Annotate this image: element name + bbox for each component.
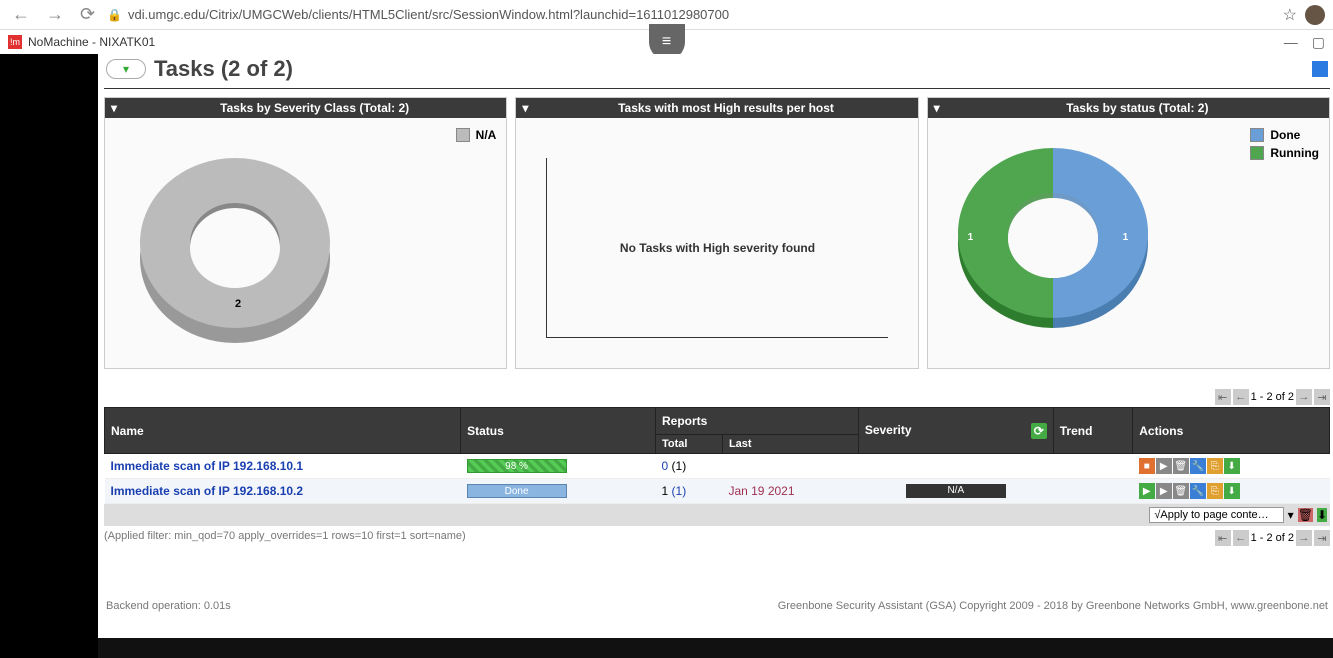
page-next-button[interactable]: →: [1296, 389, 1312, 405]
nomachine-title: NoMachine - NIXATK01: [28, 35, 155, 49]
panel-high-title: Tasks with most High results per host: [534, 101, 917, 115]
page-prev-button[interactable]: ←: [1233, 389, 1249, 405]
row-actions: ■ ▶ 🗑 🔧 ⎘ ⬇: [1139, 458, 1324, 474]
reports-total[interactable]: 0: [662, 459, 669, 473]
resume-button[interactable]: ▶: [1156, 483, 1172, 499]
last-report[interactable]: Jan 19 2021: [728, 484, 794, 498]
address-bar[interactable]: 🔒 vdi.umgc.edu/Citrix/UMGCWeb/clients/HT…: [107, 7, 1275, 22]
status-donut-chart: [948, 138, 1158, 348]
legend-done-label: Done: [1270, 128, 1300, 142]
panel-menu-icon[interactable]: ▾: [516, 101, 534, 115]
tasks-table: Name Status Reports Severity⟳ Trend Acti…: [104, 407, 1330, 504]
trash-button[interactable]: 🗑: [1173, 458, 1189, 474]
table-row: Immediate scan of IP 192.168.10.2 Done 1…: [105, 479, 1330, 504]
pager-top: ⇤ ← 1 - 2 of 2 → ⇥: [104, 389, 1330, 405]
status-done-count: 1: [1123, 232, 1129, 243]
panel-status: ▾Tasks by status (Total: 2) Done Running: [927, 97, 1330, 369]
maximize-button[interactable]: ▢: [1312, 34, 1325, 51]
trend-cell: [1053, 454, 1132, 479]
clone-button[interactable]: ⎘: [1207, 483, 1223, 499]
nomachine-titlebar: !m NoMachine - NIXATK01 ≡ — ▢: [0, 30, 1333, 54]
page-last-button[interactable]: ⇥: [1314, 389, 1330, 405]
page-last-button[interactable]: ⇥: [1314, 530, 1330, 546]
page-first-button[interactable]: ⇤: [1215, 389, 1231, 405]
nomachine-icon: !m: [8, 35, 22, 49]
bulk-action-select[interactable]: √Apply to page conte…: [1149, 507, 1283, 523]
status-done-bar: Done: [467, 484, 567, 498]
panel-status-title: Tasks by status (Total: 2): [946, 101, 1329, 115]
bulk-select-caret-icon[interactable]: ▾: [1288, 508, 1294, 522]
table-row: Immediate scan of IP 192.168.10.1 98 % 0…: [105, 454, 1330, 479]
forward-button[interactable]: →: [42, 4, 68, 25]
legend-na-label: N/A: [476, 128, 497, 142]
refresh-icon[interactable]: ⟳: [1031, 423, 1047, 439]
legend-swatch-na: [456, 128, 470, 142]
edit-button[interactable]: 🔧: [1190, 458, 1206, 474]
export-button[interactable]: ⬇: [1224, 483, 1240, 499]
col-severity[interactable]: Severity⟳: [858, 408, 1053, 454]
severity-badge: N/A: [906, 484, 1006, 498]
col-name[interactable]: Name: [105, 408, 461, 454]
high-empty-message: No Tasks with High severity found: [546, 158, 887, 338]
col-actions: Actions: [1133, 408, 1330, 454]
page-next-button[interactable]: →: [1296, 530, 1312, 546]
task-link[interactable]: Immediate scan of IP 192.168.10.2: [111, 484, 304, 498]
page-title-row: ▾ Tasks (2 of 2): [104, 54, 1330, 89]
col-last[interactable]: Last: [722, 435, 858, 454]
profile-avatar[interactable]: [1305, 5, 1325, 25]
page-first-button[interactable]: ⇤: [1215, 530, 1231, 546]
task-wizard-button[interactable]: ▾: [106, 59, 146, 79]
caret-down-icon: ▾: [123, 62, 129, 76]
panel-menu-icon[interactable]: ▾: [105, 101, 123, 115]
severity-donut-chart: [135, 148, 335, 348]
progress-bar: 98 %: [467, 459, 567, 473]
panel-high-results: ▾Tasks with most High results per host N…: [515, 97, 918, 369]
windows-taskbar: [98, 638, 1333, 658]
reports-total-paren: (1): [672, 459, 687, 473]
minimize-button[interactable]: —: [1284, 34, 1298, 51]
lock-icon: 🔒: [107, 8, 122, 22]
back-button[interactable]: ←: [8, 4, 34, 25]
trend-cell: [1053, 479, 1132, 504]
legend-swatch-running: [1250, 146, 1264, 160]
col-status[interactable]: Status: [461, 408, 656, 454]
pager-text: 1 - 2 of 2: [1251, 391, 1294, 403]
bookmark-icon[interactable]: ☆: [1283, 5, 1297, 25]
severity-cell: [858, 454, 1053, 479]
main-content: ▾ Tasks (2 of 2) ▾Tasks by Severity Clas…: [98, 54, 1333, 658]
export-button[interactable]: ⬇: [1224, 458, 1240, 474]
page-prev-button[interactable]: ←: [1233, 530, 1249, 546]
panel-severity-title: Tasks by Severity Class (Total: 2): [123, 101, 506, 115]
panel-severity: ▾Tasks by Severity Class (Total: 2) N/A …: [104, 97, 507, 369]
panel-menu-icon[interactable]: ▾: [928, 101, 946, 115]
status-running-count: 1: [968, 232, 974, 243]
reload-button[interactable]: ⟳: [76, 4, 99, 25]
edit-button[interactable]: 🔧: [1190, 483, 1206, 499]
col-trend[interactable]: Trend: [1053, 408, 1132, 454]
last-report: [722, 454, 858, 479]
trash-button[interactable]: 🗑: [1173, 483, 1189, 499]
dashboard-toggle-icon[interactable]: [1312, 61, 1328, 77]
bulk-trash-button[interactable]: 🗑: [1298, 508, 1313, 522]
legend-swatch-done: [1250, 128, 1264, 142]
legend-running-label: Running: [1270, 146, 1319, 160]
bulk-export-button[interactable]: ⬇: [1317, 508, 1327, 522]
row-actions: ▶ ▶ 🗑 🔧 ⎘ ⬇: [1139, 483, 1324, 499]
start-button[interactable]: ▶: [1139, 483, 1155, 499]
col-reports[interactable]: Reports: [656, 408, 859, 435]
bulk-action-row: √Apply to page conte… ▾ 🗑 ⬇: [104, 504, 1330, 526]
task-link[interactable]: Immediate scan of IP 192.168.10.1: [111, 459, 304, 473]
reports-total: 1: [662, 484, 669, 498]
url-text: vdi.umgc.edu/Citrix/UMGCWeb/clients/HTML…: [128, 7, 729, 22]
col-total[interactable]: Total: [656, 435, 723, 454]
page-title: Tasks (2 of 2): [154, 56, 293, 82]
footer-copyright: Greenbone Security Assistant (GSA) Copyr…: [778, 600, 1328, 612]
clone-button[interactable]: ⎘: [1207, 458, 1223, 474]
pager-text: 1 - 2 of 2: [1251, 532, 1294, 544]
resume-button[interactable]: ▶: [1156, 458, 1172, 474]
stop-button[interactable]: ■: [1139, 458, 1155, 474]
backend-timing: Backend operation: 0.01s: [106, 600, 231, 612]
severity-count-label: 2: [235, 298, 241, 310]
reports-total-paren[interactable]: (1): [672, 484, 687, 498]
